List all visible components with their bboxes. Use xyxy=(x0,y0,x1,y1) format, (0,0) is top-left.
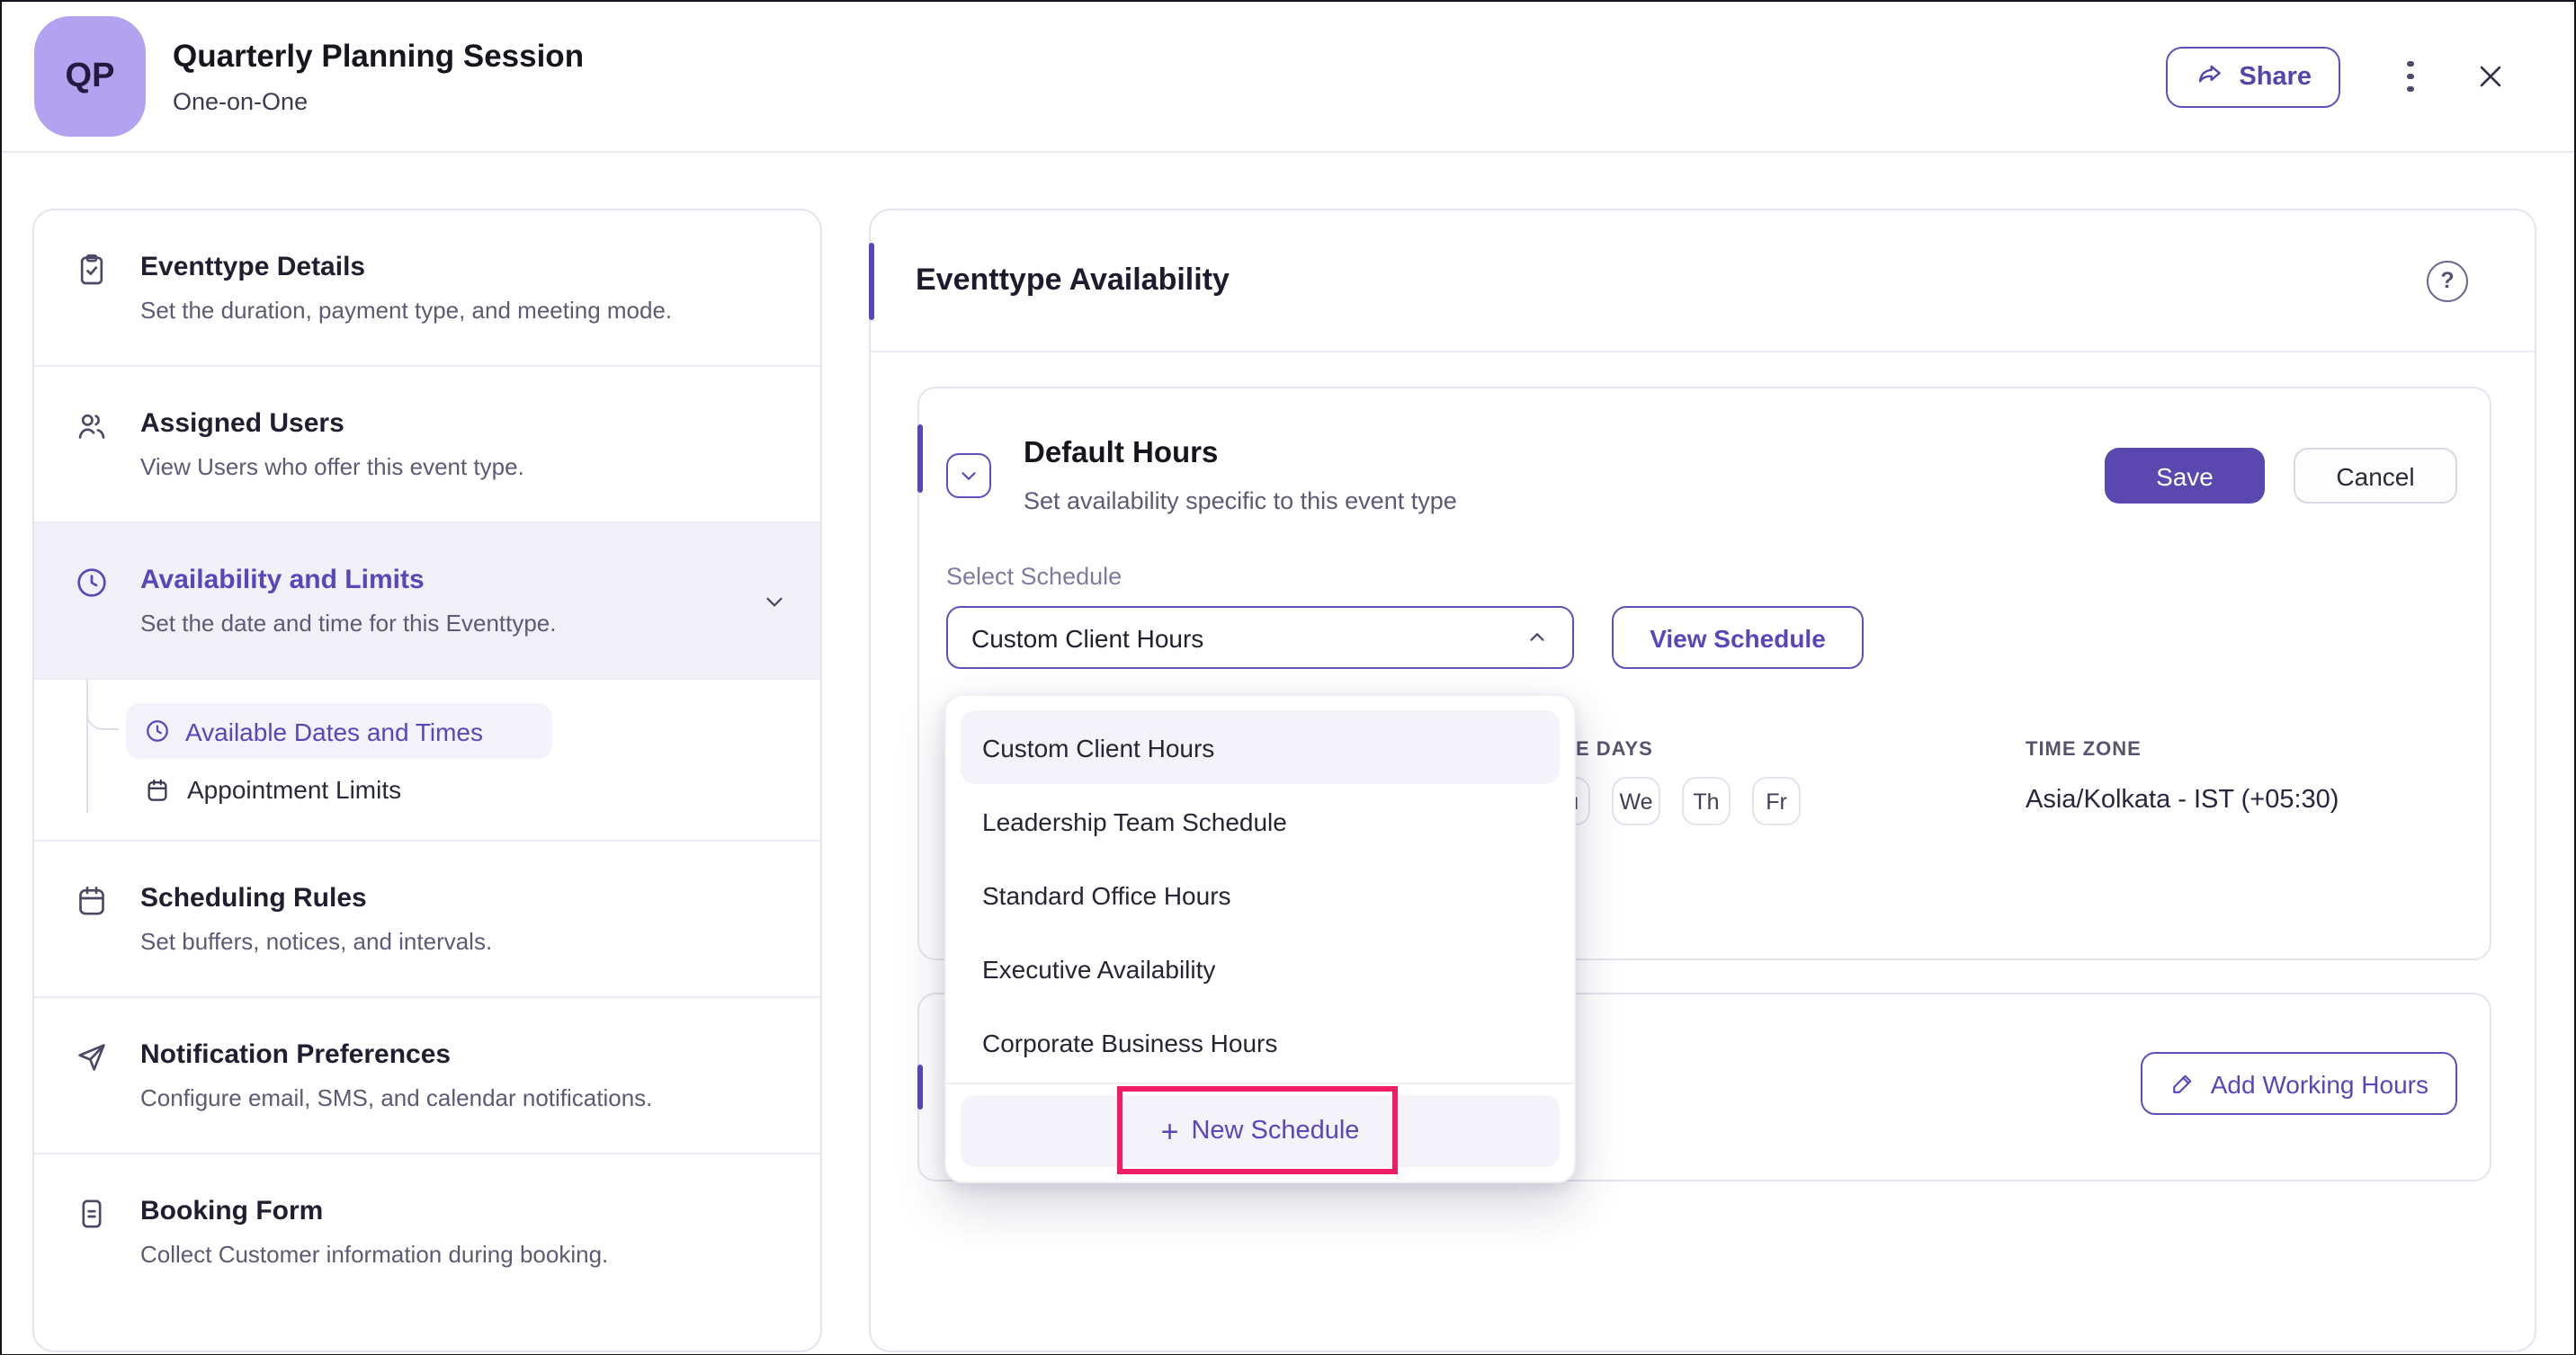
sidebar-item-assigned-users[interactable]: Assigned Users View Users who offer this… xyxy=(34,367,820,523)
sidebar-item-desc: Set the date and time for this Eventtype… xyxy=(140,608,557,640)
clock-icon xyxy=(144,718,171,744)
subitem-label: Available Dates and Times xyxy=(185,717,483,745)
sidebar-item-title: Notification Preferences xyxy=(140,1036,652,1074)
plus-icon: + xyxy=(1161,1116,1179,1146)
schedule-select[interactable]: Custom Client Hours xyxy=(946,606,1574,669)
day-chip[interactable]: Fr xyxy=(1752,777,1801,825)
main-panel-content: Default Hours Set availability specific … xyxy=(871,352,2535,1352)
sidebar-item-scheduling-rules[interactable]: Scheduling Rules Set buffers, notices, a… xyxy=(34,842,820,998)
clock-icon xyxy=(74,565,110,601)
send-icon xyxy=(74,1039,110,1075)
dropdown-option-custom-client-hours[interactable]: Custom Client Hours xyxy=(961,710,1560,784)
time-zone-value: Asia/Kolkata - IST (+05:30) xyxy=(2026,786,2339,815)
chevron-down-icon xyxy=(957,464,980,487)
dropdown-divider xyxy=(946,1083,1574,1084)
accent-bar xyxy=(869,243,874,320)
chevron-down-icon xyxy=(761,587,788,614)
sidebar-item-title: Scheduling Rules xyxy=(140,879,492,917)
section-title: Default Hours xyxy=(1024,433,1457,473)
help-icon[interactable]: ? xyxy=(2427,260,2468,301)
chevron-up-icon xyxy=(1525,626,1549,649)
select-schedule-label: Select Schedule xyxy=(946,563,2490,590)
clipboard-check-icon xyxy=(74,252,110,288)
share-button-label: Share xyxy=(2239,62,2312,91)
add-working-hours-label: Add Working Hours xyxy=(2211,1069,2428,1098)
page-subtitle: One-on-One xyxy=(173,88,584,117)
sidebar-item-title: Assigned Users xyxy=(140,405,524,442)
calendar-icon xyxy=(74,883,110,919)
sidebar-item-desc: Configure email, SMS, and calendar notif… xyxy=(140,1083,652,1115)
accent-bar xyxy=(917,1065,923,1110)
sidebar-item-title: Eventtype Details xyxy=(140,248,672,286)
modal-body: Eventtype Details Set the duration, paym… xyxy=(2,153,2574,1353)
default-hours-header: Default Hours Set availability specific … xyxy=(919,388,2490,514)
collapse-section-button[interactable] xyxy=(946,453,991,498)
main-panel-title: Eventtype Availability xyxy=(916,263,1230,299)
sidebar-item-desc: Set the duration, payment type, and meet… xyxy=(140,295,672,327)
main-panel: Eventtype Availability ? xyxy=(869,209,2536,1352)
pencil-icon xyxy=(2169,1070,2196,1097)
eventtype-settings-modal: QP Quarterly Planning Session One-on-One… xyxy=(0,0,2576,1355)
sidebar-item-eventtype-details[interactable]: Eventtype Details Set the duration, paym… xyxy=(34,210,820,367)
modal-header: QP Quarterly Planning Session One-on-One… xyxy=(2,2,2574,153)
sidebar-subitem-available-dates-and-times[interactable]: Available Dates and Times xyxy=(126,703,552,759)
sidebar-item-booking-form[interactable]: Booking Form Collect Customer informatio… xyxy=(34,1154,820,1309)
day-chip[interactable]: We xyxy=(1612,777,1660,825)
subitem-label: Appointment Limits xyxy=(187,775,401,804)
dropdown-option-corporate-business-hours[interactable]: Corporate Business Hours xyxy=(961,1005,1560,1079)
tree-connector xyxy=(86,680,119,730)
share-button[interactable]: Share xyxy=(2165,46,2340,107)
avatar: QP xyxy=(34,16,146,137)
add-working-hours-button[interactable]: Add Working Hours xyxy=(2141,1052,2457,1115)
header-actions: Share xyxy=(2165,46,2506,107)
new-schedule-button[interactable]: + New Schedule xyxy=(961,1095,1560,1167)
main-panel-header: Eventtype Availability ? xyxy=(871,210,2535,352)
sidebar-item-title: Booking Form xyxy=(140,1192,608,1230)
sidebar-item-desc: View Users who offer this event type. xyxy=(140,451,524,484)
dropdown-option-executive-availability[interactable]: Executive Availability xyxy=(961,932,1560,1005)
more-options-icon[interactable] xyxy=(2394,58,2427,94)
schedule-select-value: Custom Client Hours xyxy=(971,623,1203,652)
page-title: Quarterly Planning Session xyxy=(173,36,584,76)
sidebar-subsection: Available Dates and Times Appointment Li… xyxy=(34,680,820,842)
sidebar-item-title: Availability and Limits xyxy=(140,561,557,599)
sidebar-item-notification-preferences[interactable]: Notification Preferences Configure email… xyxy=(34,998,820,1154)
day-chip[interactable]: Th xyxy=(1682,777,1731,825)
time-zone-label: TIME ZONE xyxy=(2026,739,2339,761)
section-subtitle: Set availability specific to this event … xyxy=(1024,487,1457,514)
view-schedule-button[interactable]: View Schedule xyxy=(1612,606,1864,669)
time-zone-field: TIME ZONE Asia/Kolkata - IST (+05:30) xyxy=(2026,739,2339,815)
share-icon xyxy=(2194,61,2224,92)
save-button[interactable]: Save xyxy=(2105,448,2265,504)
form-icon xyxy=(74,1196,110,1232)
sidebar-item-desc: Set buffers, notices, and intervals. xyxy=(140,926,492,958)
dropdown-option-leadership-team-schedule[interactable]: Leadership Team Schedule xyxy=(961,784,1560,858)
dropdown-option-standard-office-hours[interactable]: Standard Office Hours xyxy=(961,858,1560,932)
sidebar-item-availability-and-limits[interactable]: Availability and Limits Set the date and… xyxy=(34,523,820,680)
schedule-dropdown-menu: Custom Client Hours Leadership Team Sche… xyxy=(944,694,1576,1183)
close-icon[interactable] xyxy=(2475,61,2506,92)
new-schedule-label: New Schedule xyxy=(1191,1117,1359,1146)
sidebar-item-desc: Collect Customer information during book… xyxy=(140,1239,608,1271)
sidebar-subitem-appointment-limits[interactable]: Appointment Limits xyxy=(144,775,784,804)
avatar-initials: QP xyxy=(66,57,115,96)
accent-bar xyxy=(917,424,923,493)
cancel-button[interactable]: Cancel xyxy=(2294,448,2457,504)
users-icon xyxy=(74,408,110,444)
calendar-icon xyxy=(144,776,171,803)
settings-sidebar: Eventtype Details Set the duration, paym… xyxy=(32,209,822,1352)
header-titles: Quarterly Planning Session One-on-One xyxy=(173,36,584,117)
